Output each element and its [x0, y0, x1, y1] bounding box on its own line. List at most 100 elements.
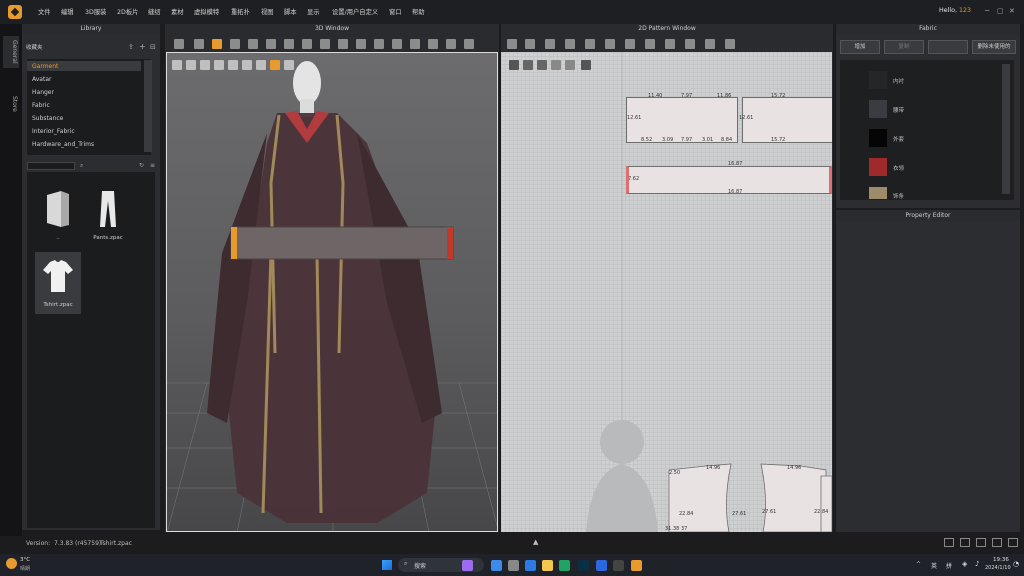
transform-pattern-icon[interactable]: [507, 39, 517, 49]
menu-help[interactable]: 帮助: [412, 7, 425, 16]
minimize-icon[interactable]: ─: [985, 7, 989, 15]
library-item-substance[interactable]: Substance: [32, 115, 63, 122]
fabric-display-icon[interactable]: [200, 60, 210, 70]
clock-date[interactable]: 2024/1/10: [985, 565, 1011, 571]
layout-2-icon[interactable]: [960, 538, 970, 547]
move-tool-icon[interactable]: [194, 39, 204, 49]
menu-window[interactable]: 窗口: [389, 7, 402, 16]
render-icon[interactable]: [284, 60, 294, 70]
copy-fabric-button[interactable]: 复制: [884, 40, 924, 54]
point-tool-icon[interactable]: [356, 39, 366, 49]
menu-display[interactable]: 显示: [307, 7, 320, 16]
upload-icon[interactable]: ⇪: [128, 43, 134, 51]
avatar-tool-icon[interactable]: [338, 39, 348, 49]
network-icon[interactable]: ◈: [962, 560, 967, 568]
menu-2d-pattern[interactable]: 2D板片: [117, 7, 138, 16]
free-sewing-icon[interactable]: [665, 39, 675, 49]
check-sewing-icon[interactable]: [685, 39, 695, 49]
input-language[interactable]: 英: [931, 561, 937, 570]
app-icon[interactable]: [613, 560, 624, 571]
list-view-icon[interactable]: ≡: [150, 162, 155, 169]
link-tool-icon[interactable]: [410, 39, 420, 49]
rectangle-icon[interactable]: [545, 39, 555, 49]
fabric-swatch[interactable]: [869, 187, 887, 199]
fabric-swatch[interactable]: [869, 129, 887, 147]
library-item-fabric[interactable]: Fabric: [32, 102, 50, 109]
pin-tool-icon[interactable]: [248, 39, 258, 49]
store-icon[interactable]: [596, 560, 607, 571]
menu-avatar[interactable]: 虚拟模特: [194, 7, 219, 16]
task-view-icon[interactable]: [508, 560, 519, 571]
tack-tool-icon[interactable]: [266, 39, 276, 49]
file-item-pants[interactable]: Pants.zpac: [85, 185, 131, 247]
fabric-swatch[interactable]: [869, 100, 887, 118]
select-tool-icon[interactable]: [174, 39, 184, 49]
menu-materials[interactable]: 素材: [171, 7, 184, 16]
library-item-avatar[interactable]: Avatar: [32, 76, 51, 83]
file-explorer-icon[interactable]: [542, 560, 553, 571]
view-mode-icon[interactable]: [172, 60, 182, 70]
fabric-scrollbar[interactable]: [1002, 64, 1010, 194]
library-search-input[interactable]: [27, 162, 75, 170]
file-item-parent[interactable]: ..: [35, 185, 81, 247]
2d-viewport[interactable]: 11.40 7.97 11.86 12.61 8.52 3.09 7.97 3.…: [501, 52, 832, 532]
browser-icon[interactable]: [491, 560, 502, 571]
tab-general[interactable]: General: [4, 40, 18, 64]
delete-unused-button[interactable]: 删除未使用的: [972, 40, 1016, 54]
fabric-swatch[interactable]: [869, 71, 887, 89]
menu-3d-garment[interactable]: 3D服装: [85, 7, 106, 16]
ime-mode[interactable]: 拼: [946, 561, 952, 570]
lock-icon[interactable]: [270, 60, 280, 70]
menu-script[interactable]: 脚本: [284, 7, 297, 16]
3d-viewport[interactable]: [166, 52, 498, 532]
menu-settings[interactable]: 设置/用户自定义: [332, 7, 378, 16]
simulate-icon[interactable]: [212, 39, 222, 49]
avatar-display-icon[interactable]: [214, 60, 224, 70]
zip-tool-icon[interactable]: [446, 39, 456, 49]
edit-point-icon[interactable]: [525, 39, 535, 49]
clo3d-taskbar-icon[interactable]: [631, 560, 642, 571]
weather-icon[interactable]: [6, 558, 17, 569]
dart-icon[interactable]: [605, 39, 615, 49]
volume-icon[interactable]: ♪: [975, 560, 979, 568]
segment-sewing-icon[interactable]: [645, 39, 655, 49]
polygon-icon[interactable]: [565, 39, 575, 49]
delete-fabric-button[interactable]: [928, 40, 968, 54]
texture-edit-icon[interactable]: [705, 39, 715, 49]
fabric-swatch[interactable]: [869, 158, 887, 176]
garment-tool-icon[interactable]: [230, 39, 240, 49]
camera-icon[interactable]: [228, 60, 238, 70]
gizmo-tool-icon[interactable]: [392, 39, 402, 49]
menu-view[interactable]: 视图: [261, 7, 274, 16]
shirt-icon[interactable]: [725, 39, 735, 49]
library-item-hanger[interactable]: Hanger: [32, 89, 54, 96]
shirt-display-icon[interactable]: [186, 60, 196, 70]
chrome-icon[interactable]: [559, 560, 570, 571]
library-item-interior-fabric[interactable]: Interior_Fabric: [32, 128, 75, 135]
brush-tool-icon[interactable]: [284, 39, 294, 49]
layout-3-icon[interactable]: [976, 538, 986, 547]
menu-edit[interactable]: 编辑: [61, 7, 74, 16]
app-icon[interactable]: [525, 560, 536, 571]
photoshop-icon[interactable]: [578, 560, 589, 571]
refresh-icon[interactable]: ↻: [139, 162, 144, 169]
clock-time[interactable]: 19:36: [993, 557, 1009, 563]
seam-icon[interactable]: [625, 39, 635, 49]
file-item-tshirt[interactable]: Tshirt.zpac: [35, 252, 81, 314]
measure-tool-icon[interactable]: [320, 39, 330, 49]
add-fabric-button[interactable]: 增加: [840, 40, 880, 54]
menu-sewing[interactable]: 缝纫: [148, 7, 161, 16]
notification-icon[interactable]: ◔: [1013, 560, 1019, 568]
copilot-icon[interactable]: [462, 560, 473, 571]
close-icon[interactable]: ✕: [1009, 7, 1015, 15]
windows-start-icon[interactable]: [382, 560, 392, 570]
tab-store[interactable]: Store: [4, 96, 18, 112]
internal-shape-icon[interactable]: [585, 39, 595, 49]
menu-file[interactable]: 文件: [38, 7, 51, 16]
layout-1-icon[interactable]: [944, 538, 954, 547]
app-logo-icon[interactable]: [8, 5, 22, 19]
expand-up-icon[interactable]: ▲: [533, 538, 538, 546]
search-icon[interactable]: ⌕: [80, 162, 83, 170]
layout-5-icon[interactable]: [1008, 538, 1018, 547]
library-scrollbar[interactable]: [144, 60, 152, 152]
